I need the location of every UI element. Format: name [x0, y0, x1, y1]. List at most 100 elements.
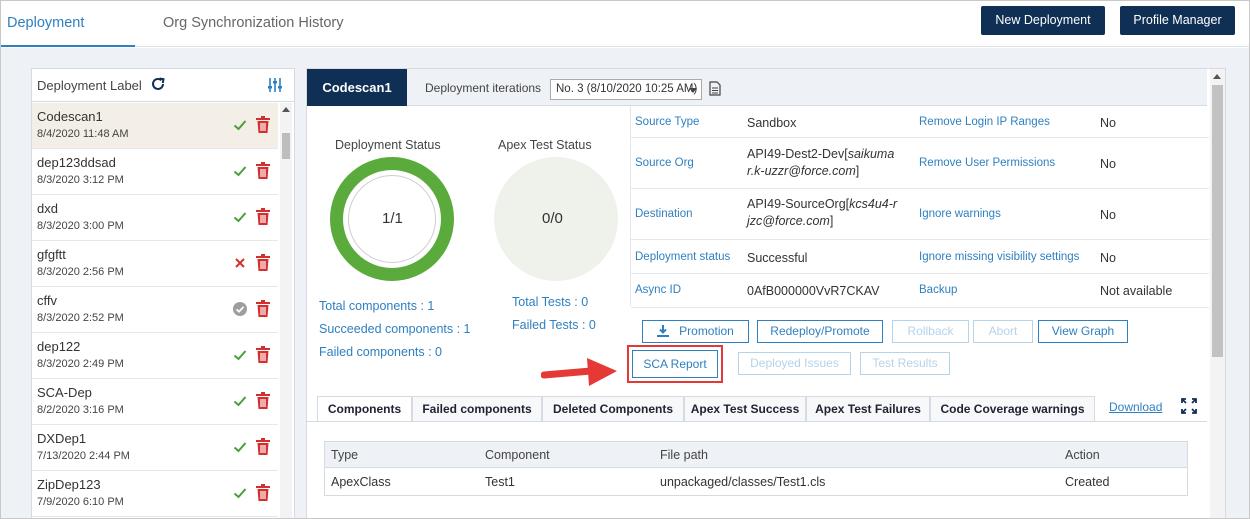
tab-divider: [307, 421, 1207, 422]
tab-apex-test-success[interactable]: Apex Test Success: [684, 396, 806, 421]
tab-org-sync-history[interactable]: Org Synchronization History: [157, 1, 350, 47]
async-id-value: 0AfB000000VvR7CKAV: [747, 284, 880, 298]
table-cell: Created: [1065, 475, 1110, 489]
deployment-list: Codescan1 8/4/2020 11:48 AM dep123ddsad 8/3…: [32, 103, 278, 518]
rollback-button[interactable]: Rollback: [892, 320, 969, 343]
destination-value: API49-SourceOrg[kcs4u4-r jzc@force.com]: [747, 197, 898, 228]
test-results-button[interactable]: Test Results: [860, 352, 950, 375]
check-icon: [233, 164, 247, 178]
list-item[interactable]: dxd 8/3/2020 3:00 PM: [32, 195, 278, 241]
expand-icon[interactable]: [1181, 398, 1197, 414]
remove-login-key: Remove Login IP Ranges: [919, 116, 1050, 128]
detail-scrollbar[interactable]: [1210, 69, 1225, 518]
document-icon[interactable]: [709, 81, 721, 96]
filter-icon[interactable]: [267, 77, 283, 93]
remove-login-value: No: [1100, 116, 1116, 130]
column-header: Component: [485, 448, 550, 462]
iteration-select-value: No. 3 (8/10/2020 10:25 AM): [556, 83, 698, 95]
tab-deleted-components[interactable]: Deleted Components: [542, 396, 684, 421]
profile-manager-button[interactable]: Profile Manager: [1120, 6, 1235, 35]
scroll-up-arrow[interactable]: [282, 107, 290, 112]
scroll-thumb[interactable]: [1212, 85, 1223, 357]
download-link[interactable]: Download: [1109, 400, 1162, 414]
tab-code-coverage-warnings[interactable]: Code Coverage warnings: [930, 396, 1095, 421]
source-type-key: Source Type: [635, 116, 700, 128]
apex-ratio: 0/0: [542, 210, 563, 227]
trash-icon[interactable]: [256, 208, 270, 225]
deployment-status-value: Successful: [747, 251, 808, 265]
list-header-label: Deployment Label: [37, 78, 142, 93]
tab-components[interactable]: Components: [317, 396, 412, 421]
new-deployment-button[interactable]: New Deployment: [981, 6, 1105, 35]
source-type-value: Sandbox: [747, 116, 797, 130]
promotion-button[interactable]: Promotion: [642, 320, 749, 343]
remove-perm-key: Remove User Permissions: [919, 157, 1056, 169]
promotion-label: Promotion: [679, 324, 734, 338]
tab-apex-test-failures[interactable]: Apex Test Failures: [806, 396, 930, 421]
list-item[interactable]: Codescan1 8/4/2020 11:48 AM: [32, 103, 278, 149]
deployment-name-tab[interactable]: Codescan1: [307, 69, 407, 106]
list-item[interactable]: SCA-Dep 8/2/2020 3:16 PM: [32, 379, 278, 425]
total-tests: Total Tests : 0: [512, 295, 589, 309]
ignore-visibility-value: No: [1100, 251, 1116, 265]
view-graph-button[interactable]: View Graph: [1038, 320, 1128, 343]
failed-components: Failed components : 0: [319, 345, 442, 359]
iteration-select[interactable]: No. 3 (8/10/2020 10:25 AM): [550, 79, 702, 100]
list-header: Deployment Label: [32, 69, 294, 102]
destination-key: Destination: [635, 208, 693, 220]
abort-button[interactable]: Abort: [973, 320, 1033, 343]
check-circle-icon: [233, 302, 247, 316]
deployed-issues-button[interactable]: Deployed Issues: [738, 352, 851, 375]
list-item[interactable]: gfgftt 8/3/2020 2:56 PM: [32, 241, 278, 287]
check-icon: [233, 118, 247, 132]
table-cell: unpackaged/classes/Test1.cls: [660, 475, 826, 489]
deployment-status-title: Deployment Status: [335, 138, 441, 152]
refresh-icon[interactable]: [150, 76, 166, 92]
deployment-detail-panel: Codescan1 Deployment iterations No. 3 (8…: [306, 68, 1226, 518]
list-item[interactable]: ZipDep123 7/9/2020 6:10 PM: [32, 471, 278, 517]
trash-icon[interactable]: [256, 438, 270, 455]
column-header: Type: [331, 448, 359, 462]
table-header: Type Component File path Action: [325, 442, 1187, 468]
list-item[interactable]: dep122 8/3/2020 2:49 PM: [32, 333, 278, 379]
top-nav: Deployment History Org Synchronization H…: [1, 1, 1249, 75]
trash-icon[interactable]: [256, 484, 270, 501]
table-cell: ApexClass: [331, 475, 391, 489]
tab-deployment-history[interactable]: Deployment History: [1, 1, 135, 75]
scroll-thumb[interactable]: [282, 133, 290, 159]
table-row[interactable]: ApexClass Test1 unpackaged/classes/Test1…: [325, 468, 1187, 495]
ignore-visibility-key: Ignore missing visibility settings: [919, 251, 1080, 263]
trash-icon[interactable]: [256, 116, 270, 133]
components-table: Type Component File path Action ApexClas…: [324, 441, 1188, 496]
scroll-up-arrow[interactable]: [1213, 74, 1221, 79]
list-item[interactable]: cffv 8/3/2020 2:52 PM: [32, 287, 278, 333]
check-icon: [233, 348, 247, 362]
column-header: Action: [1065, 448, 1100, 462]
backup-key: Backup: [919, 284, 958, 296]
tab-failed-components[interactable]: Failed components: [412, 396, 542, 421]
trash-icon[interactable]: [256, 162, 270, 179]
list-item[interactable]: DXDep1 7/13/2020 2:44 PM: [32, 425, 278, 471]
source-org-key: Source Org: [635, 157, 694, 169]
list-item[interactable]: dep123ddsad 8/3/2020 3:12 PM: [32, 149, 278, 195]
redeploy-promote-button[interactable]: Redeploy/Promote: [757, 320, 883, 343]
app-window: Deployment History Org Synchronization H…: [0, 0, 1250, 519]
trash-icon[interactable]: [256, 300, 270, 317]
chevron-down-icon: [689, 88, 697, 93]
succeeded-components: Succeeded components : 1: [319, 322, 471, 336]
total-components: Total components : 1: [319, 299, 435, 313]
list-scrollbar[interactable]: [280, 103, 292, 518]
check-icon: [233, 486, 247, 500]
remove-perm-value: No: [1100, 157, 1116, 171]
trash-icon[interactable]: [256, 346, 270, 363]
details-row: Destination API49-SourceOrg[kcs4u4-r jzc@…: [631, 189, 1209, 240]
details-row: Deployment status Successful Ignore miss…: [631, 240, 1209, 274]
trash-icon[interactable]: [256, 392, 270, 409]
failed-tests: Failed Tests : 0: [512, 318, 596, 332]
cross-icon: [233, 256, 247, 270]
trash-icon[interactable]: [256, 254, 270, 271]
backup-value: Not available: [1100, 284, 1173, 298]
check-icon: [233, 394, 247, 408]
sca-report-button[interactable]: SCA Report: [632, 350, 718, 378]
ignore-warnings-value: No: [1100, 208, 1116, 222]
